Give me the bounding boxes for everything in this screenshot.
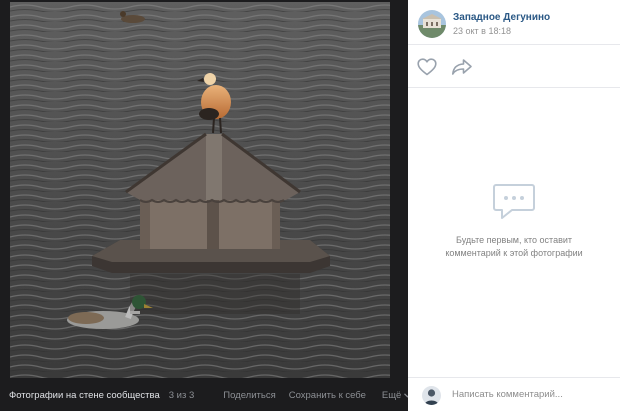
comments-empty-state: Будьте первым, кто оставит комментарий к… [408, 182, 620, 260]
comment-bubble-icon [493, 184, 535, 219]
photo-counter: 3 из 3 [168, 390, 195, 401]
more-label: Ещё [381, 390, 402, 401]
comment-input[interactable] [452, 384, 612, 404]
save-photo-button[interactable]: Сохранить к себе [289, 390, 366, 401]
photo[interactable] [10, 2, 390, 378]
author-link[interactable]: Западное Дегунино [453, 12, 550, 23]
heart-icon[interactable] [417, 58, 437, 76]
community-avatar[interactable] [418, 10, 446, 38]
photo-bottom-bar: Фотографии на стене сообщества 3 из 3 По… [0, 380, 412, 411]
info-panel: Западное Дегунино 23 окт в 18:18 Будьте … [408, 0, 620, 411]
share-photo-button[interactable]: Поделиться [223, 390, 275, 401]
comment-composer [408, 377, 620, 411]
post-header: Западное Дегунино 23 окт в 18:18 [408, 0, 620, 45]
post-actions [408, 46, 620, 88]
photo-viewer: Фотографии на стене сообщества 3 из 3 По… [0, 0, 412, 411]
share-arrow-icon[interactable] [451, 58, 473, 76]
post-date[interactable]: 23 окт в 18:18 [453, 26, 511, 36]
user-avatar[interactable] [422, 386, 441, 405]
empty-comments-text: Будьте первым, кто оставит комментарий к… [445, 235, 583, 258]
more-button[interactable]: Ещё [381, 390, 412, 401]
album-title[interactable]: Фотографии на стене сообщества [0, 390, 160, 401]
